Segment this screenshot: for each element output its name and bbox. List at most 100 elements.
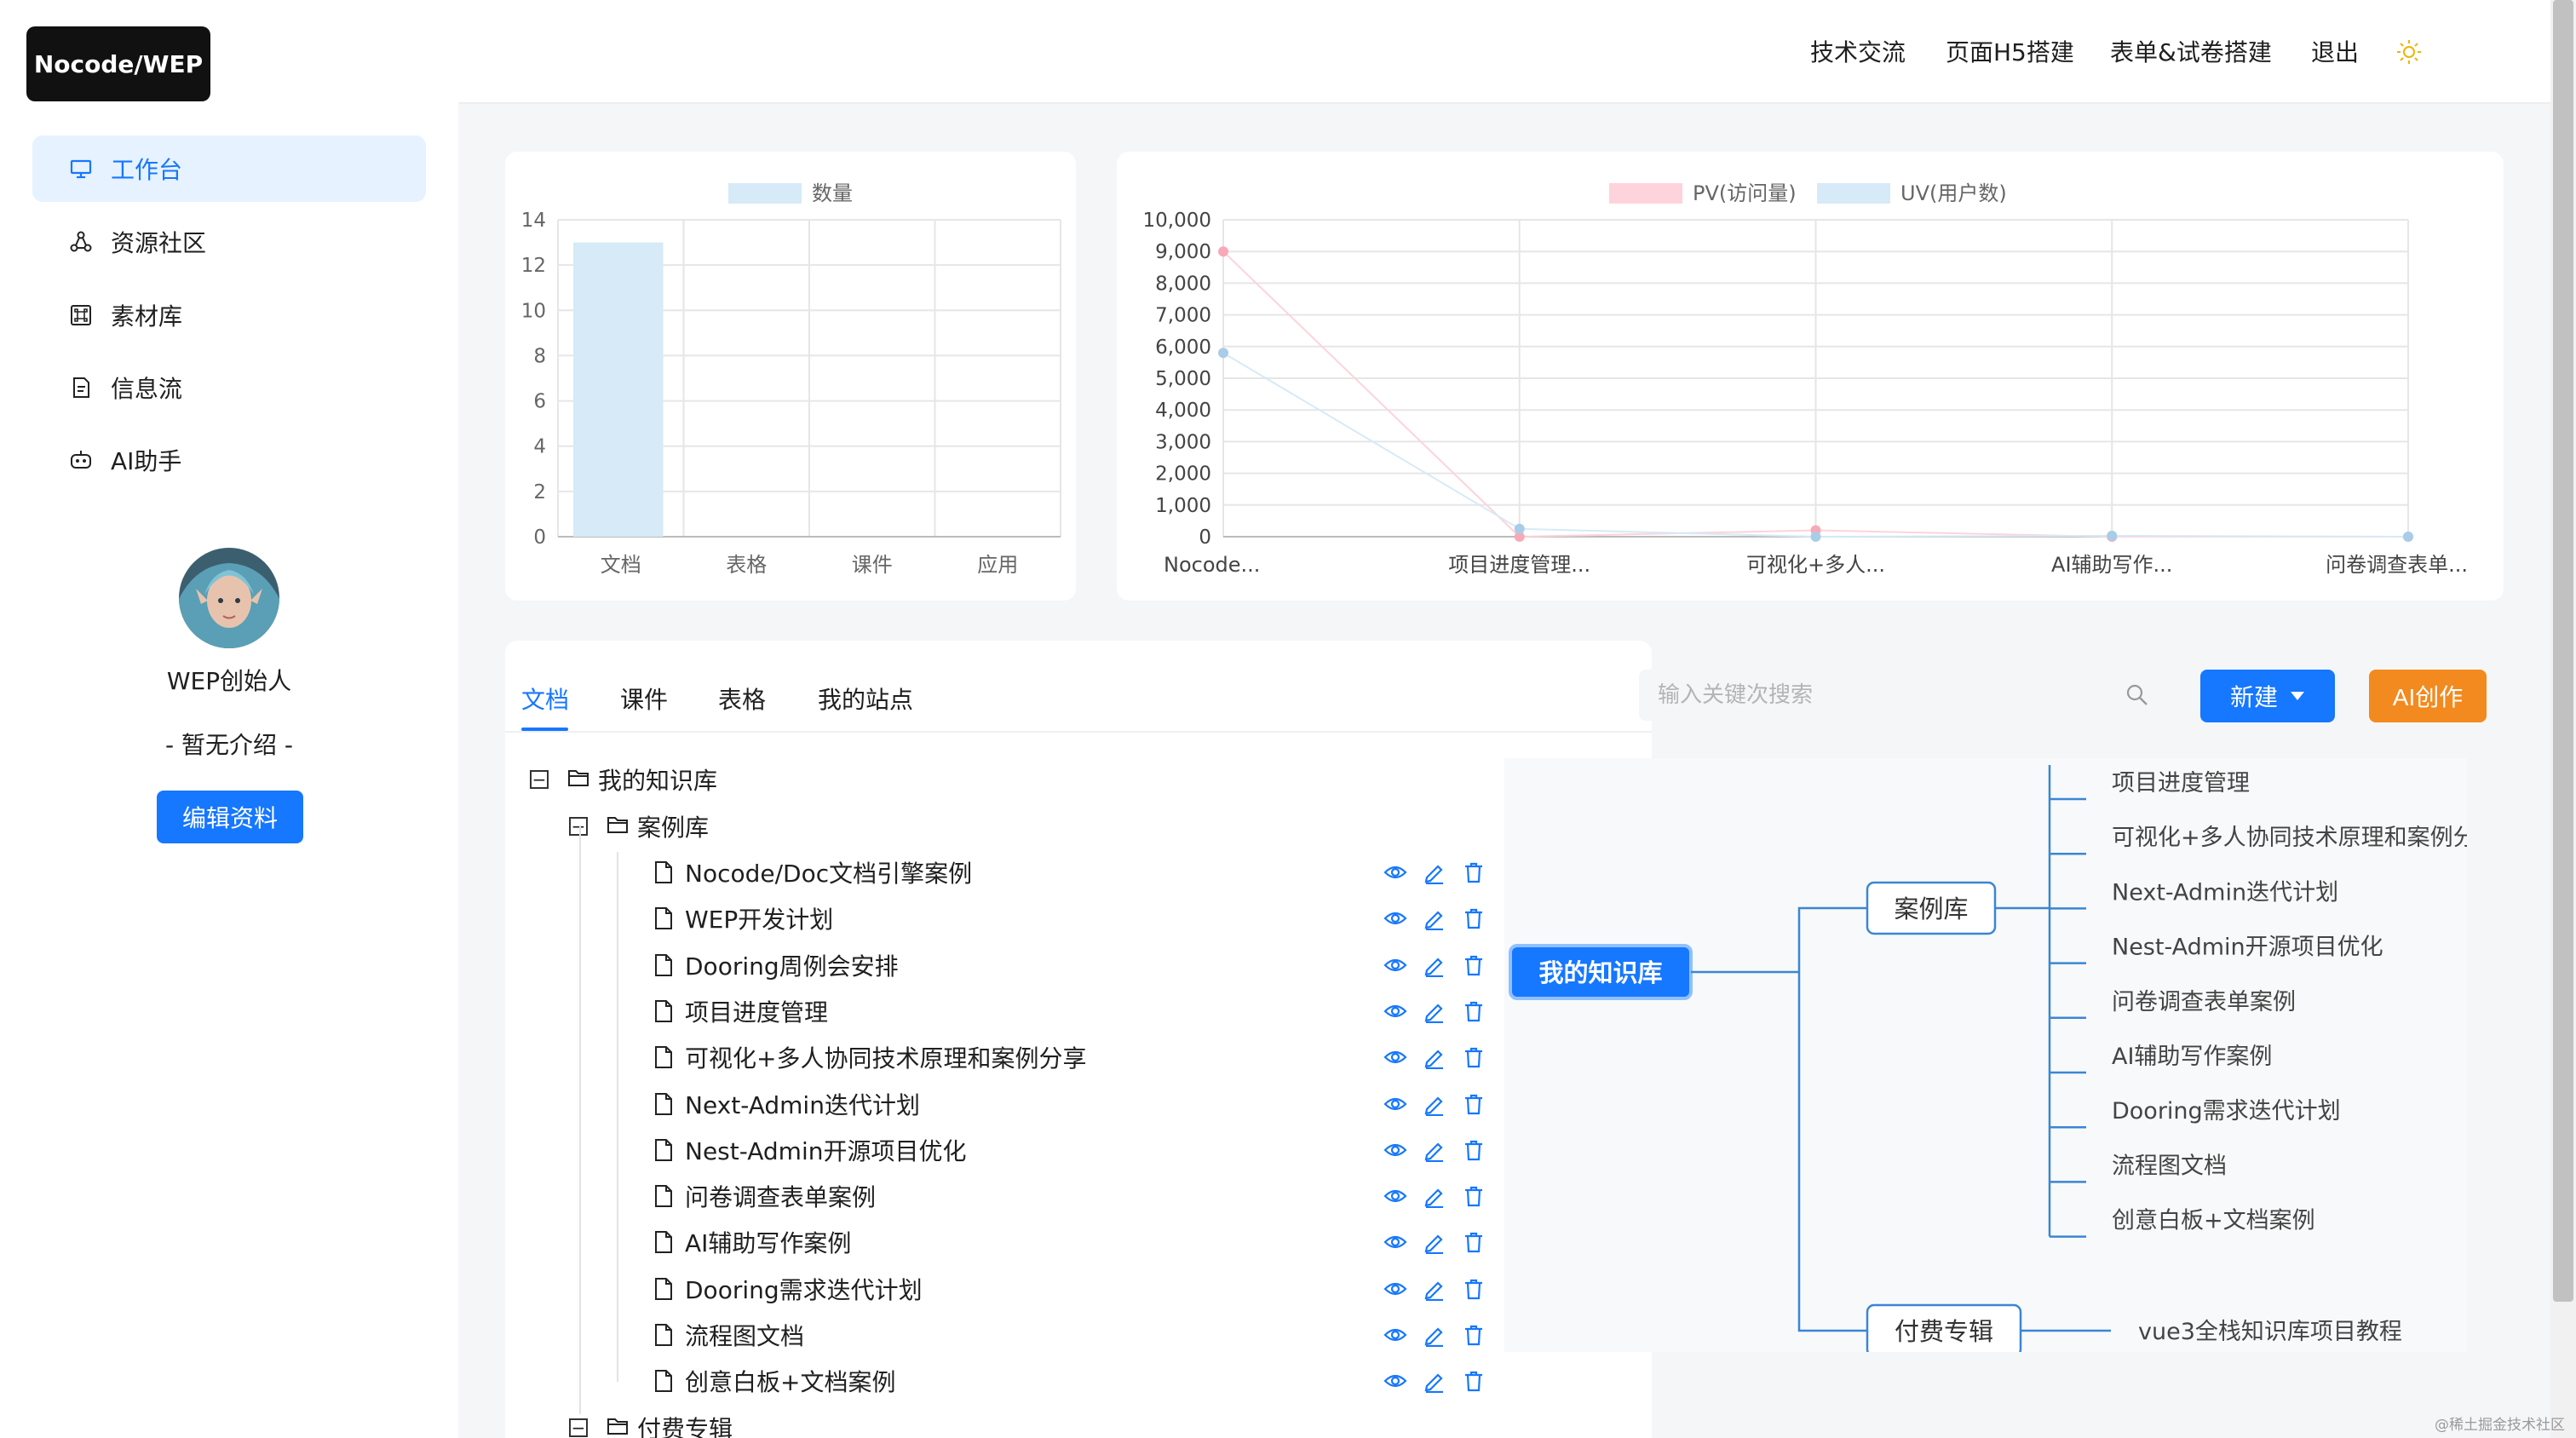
trash-icon[interactable] [1462,1045,1486,1069]
eye-icon[interactable] [1383,1230,1407,1254]
trash-icon[interactable] [1462,1369,1486,1393]
folder-open-icon [567,768,589,791]
tree-item[interactable]: Next-Admin迭代计划 [654,1081,920,1127]
bar-chart-card: 数量 0 2 4 6 8 10 12 14 文档 表格 课件 应用 [505,152,1076,601]
edit-icon[interactable] [1423,999,1446,1023]
y-tick-label: 8 [533,345,546,367]
tree-guide-line [617,852,618,1382]
mindmap-leaf-label: Next-Admin迭代计划 [2112,879,2338,906]
trash-icon[interactable] [1462,906,1486,930]
trash-icon[interactable] [1462,860,1486,884]
trash-icon[interactable] [1462,1323,1486,1347]
tree-item[interactable]: Dooring需求迭代计划 [654,1266,923,1312]
mindmap-leaf-label: Dooring需求迭代计划 [2112,1098,2341,1125]
edit-icon[interactable] [1423,953,1446,977]
sidebar-item-community[interactable]: 资源社区 [32,209,426,275]
edit-profile-button[interactable]: 编辑资料 [157,791,303,843]
search-icon[interactable] [2125,682,2150,708]
tree-folder-paid[interactable]: − 付费专辑 [569,1405,733,1438]
tree-item[interactable]: Dooring周例会安排 [654,942,899,988]
collapse-toggle[interactable]: − [569,817,588,836]
edit-icon[interactable] [1423,1138,1446,1162]
topnav-tech-exchange[interactable]: 技术交流 [1810,34,1906,68]
ai-create-button[interactable]: AI创作 [2369,670,2487,722]
eye-icon[interactable] [1383,999,1407,1023]
bar-chart: 数量 0 2 4 6 8 10 12 14 文档 表格 课件 应用 [521,181,1061,577]
mindmap-leaf-label: 流程图文档 [2112,1153,2227,1179]
file-icon [654,860,676,884]
tab-courseware[interactable]: 课件 [620,682,668,716]
tree-root[interactable]: − 我的知识库 [530,756,717,802]
tree-item[interactable]: 流程图文档 [654,1312,804,1358]
tab-tables[interactable]: 表格 [718,682,766,716]
trash-icon[interactable] [1462,999,1486,1023]
collapse-toggle[interactable]: − [530,770,549,789]
tree-item[interactable]: AI辅助写作案例 [654,1219,851,1265]
tree-item[interactable]: 可视化+多人协同技术原理和案例分享 [654,1034,1086,1080]
edit-icon[interactable] [1423,1045,1446,1070]
tree-label: WEP开发计划 [685,906,834,935]
edit-icon[interactable] [1423,1323,1446,1347]
tab-docs[interactable]: 文档 [521,682,569,716]
tab-my-sites[interactable]: 我的站点 [818,682,913,716]
tree-label: 付费专辑 [637,1415,733,1438]
sidebar-item-ai-assistant[interactable]: AI助手 [32,427,426,493]
y-tick-label: 10 [521,300,546,322]
tree-label: 我的知识库 [598,767,718,795]
trash-icon[interactable] [1462,1138,1486,1162]
sun-icon[interactable] [2396,39,2422,65]
trash-icon[interactable] [1462,953,1486,977]
trash-icon[interactable] [1462,1184,1486,1208]
edit-icon[interactable] [1423,1184,1446,1209]
edit-icon[interactable] [1423,1230,1446,1255]
y-tick-label: 2,000 [1155,463,1211,486]
search-input[interactable] [1639,670,2167,721]
eye-icon[interactable] [1383,906,1407,930]
tree-item[interactable]: Nest-Admin开源项目优化 [654,1127,966,1173]
legend-swatch-uv [1817,183,1890,204]
y-tick-label: 0 [533,526,546,549]
legend-label-uv: UV(用户数) [1900,181,2007,205]
edit-icon[interactable] [1423,906,1446,931]
tree-item[interactable]: Nocode/Doc文档引擎案例 [654,849,972,895]
topnav-h5-builder[interactable]: 页面H5搭建 [1946,34,2074,68]
tree-item[interactable]: WEP开发计划 [654,895,833,941]
topnav-logout[interactable]: 退出 [2311,34,2359,68]
tree-item[interactable]: 项目进度管理 [654,988,828,1034]
eye-icon[interactable] [1383,1045,1407,1069]
trash-icon[interactable] [1462,1277,1486,1301]
sidebar-item-workbench[interactable]: 工作台 [32,135,426,202]
eye-icon[interactable] [1383,1323,1407,1347]
sidebar-item-feed[interactable]: 信息流 [32,354,426,421]
eye-icon[interactable] [1383,860,1407,884]
avatar[interactable] [179,548,279,648]
page-scrollbar[interactable] [2550,0,2576,1438]
eye-icon[interactable] [1383,1369,1407,1393]
app-logo[interactable]: Nocode/WEP [26,26,210,101]
data-point [1218,246,1228,257]
eye-icon[interactable] [1383,1138,1407,1162]
edit-icon[interactable] [1423,1369,1446,1394]
folder-open-icon [607,1416,629,1438]
edit-icon[interactable] [1423,860,1446,884]
edit-icon[interactable] [1423,1092,1446,1116]
eye-icon[interactable] [1383,1092,1407,1116]
tree-folder-cases[interactable]: − 案例库 [569,803,709,849]
tree-label: Nocode/Doc文档引擎案例 [685,860,973,888]
edit-icon[interactable] [1423,1277,1446,1301]
data-point [2403,532,2413,542]
collapse-toggle[interactable]: − [569,1418,588,1437]
mindmap-panel: 我的知识库 案例库 项目进度管理 可视化+多人协同技术原理和案例分享 Next-Admi… [1504,758,2467,1352]
sidebar-item-materials[interactable]: 素材库 [32,282,426,348]
tree-item[interactable]: 创意白板+文档案例 [654,1358,895,1404]
robot-icon [68,447,94,473]
tree-item[interactable]: 问卷调查表单案例 [654,1173,876,1219]
trash-icon[interactable] [1462,1230,1486,1254]
trash-icon[interactable] [1462,1092,1486,1116]
eye-icon[interactable] [1383,1184,1407,1208]
eye-icon[interactable] [1383,953,1407,977]
scrollbar-thumb[interactable] [2553,0,2573,1302]
new-button[interactable]: 新建 [2200,670,2335,722]
topnav-form-builder[interactable]: 表单&试卷搭建 [2110,34,2272,68]
eye-icon[interactable] [1383,1277,1407,1301]
